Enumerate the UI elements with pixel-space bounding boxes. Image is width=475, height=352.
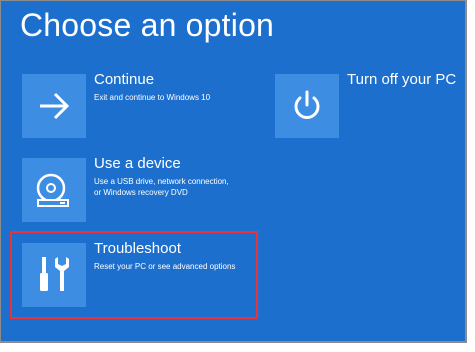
continue-label: Continue [94, 71, 155, 88]
use-device-option[interactable]: Use a device Use a USB drive, network co… [22, 155, 252, 224]
recovery-screen: Choose an option Continue Exit and conti… [0, 0, 467, 343]
power-icon [290, 89, 324, 123]
arrow-right-icon [37, 91, 71, 121]
use-device-description-line-2: or Windows recovery DVD [94, 188, 188, 197]
troubleshoot-description: Reset your PC or see advanced options [94, 262, 236, 271]
turn-off-tile[interactable] [275, 74, 339, 138]
continue-tile[interactable] [22, 74, 86, 138]
tools-icon [36, 255, 72, 295]
turn-off-option[interactable]: Turn off your PC [275, 71, 456, 140]
disc-drive-icon [34, 170, 74, 210]
use-device-tile[interactable] [22, 158, 86, 222]
use-device-description: Use a USB drive, network connection, or … [94, 176, 229, 198]
troubleshoot-label: Troubleshoot [94, 240, 181, 257]
troubleshoot-option[interactable]: Troubleshoot Reset your PC or see advanc… [22, 240, 252, 309]
continue-description: Exit and continue to Windows 10 [94, 93, 211, 102]
turn-off-label: Turn off your PC [347, 71, 457, 88]
continue-option[interactable]: Continue Exit and continue to Windows 10 [22, 71, 242, 140]
use-device-label: Use a device [94, 155, 181, 172]
page-title: Choose an option [20, 7, 275, 43]
troubleshoot-tile[interactable] [22, 243, 86, 307]
use-device-description-line-1: Use a USB drive, network connection, [94, 177, 229, 186]
